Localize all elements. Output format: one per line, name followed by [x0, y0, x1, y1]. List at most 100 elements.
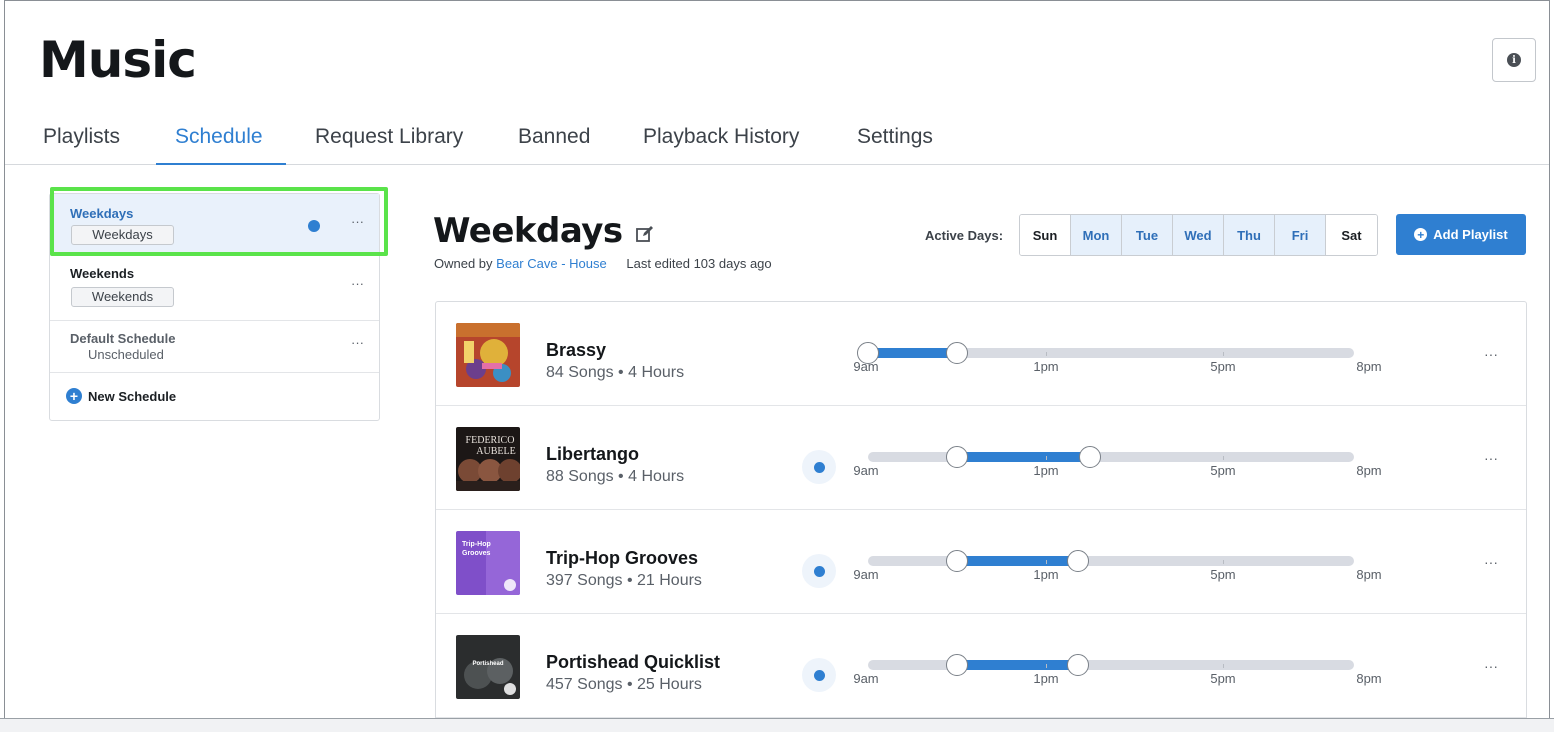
time-label: 8pm [1356, 567, 1382, 582]
schedule-title: Weekdays [433, 211, 623, 251]
tick [1046, 352, 1047, 356]
schedule-tag: Weekdays [71, 225, 174, 245]
active-indicator-dot [308, 220, 320, 232]
tick [1223, 456, 1224, 460]
playlist-row-libertango: FEDERICO AUBELE Libertango 88 Songs • 4 … [436, 406, 1526, 510]
tick [1046, 456, 1047, 460]
time-slider[interactable]: 9am 1pm 5pm 8pm [853, 654, 1382, 696]
new-schedule-button[interactable]: + New Schedule [50, 373, 379, 421]
active-days-label: Active Days: [925, 228, 1004, 243]
edit-icon[interactable] [635, 224, 655, 244]
time-label: 9am [853, 567, 879, 582]
slider-end-handle[interactable] [1079, 446, 1101, 468]
owner-link[interactable]: Bear Cave - House [496, 256, 607, 271]
schedule-list: Weekdays Weekdays ··· Weekends Weekends … [49, 193, 380, 421]
svg-text:FEDERICO: FEDERICO [466, 435, 515, 446]
last-edited: Last edited 103 days ago [626, 256, 772, 271]
plus-circle-icon: + [1414, 228, 1428, 241]
slider-end-handle[interactable] [946, 342, 968, 364]
add-playlist-button[interactable]: + Add Playlist [1396, 214, 1526, 255]
time-slider[interactable]: 9am 1pm 5pm 8pm [853, 550, 1382, 592]
schedule-name: Weekends [70, 266, 135, 281]
slider-end-handle[interactable] [1067, 550, 1089, 572]
slider-track [868, 556, 1354, 566]
day-toggle-tue[interactable]: Tue [1122, 215, 1173, 255]
tab-schedule[interactable]: Schedule [175, 125, 263, 149]
slider-start-handle[interactable] [946, 446, 968, 468]
svg-text:Grooves: Grooves [462, 550, 491, 557]
playlist-name[interactable]: Brassy [546, 340, 606, 361]
time-label: 5pm [1210, 567, 1236, 582]
time-label: 5pm [1210, 359, 1236, 374]
day-toggle-thu[interactable]: Thu [1224, 215, 1275, 255]
svg-text:AUBELE: AUBELE [476, 446, 515, 457]
more-options-icon[interactable]: ··· [351, 276, 364, 291]
schedule-item-weekends[interactable]: Weekends Weekends ··· [50, 254, 379, 321]
playlist-name[interactable]: Portishead Quicklist [546, 652, 720, 673]
schedule-header: Weekdays [433, 211, 655, 251]
schedule-name: Weekdays [70, 206, 134, 221]
playlist-row-brassy: Brassy 84 Songs • 4 Hours 9am 1pm 5pm 8p… [436, 302, 1526, 406]
now-playing-indicator [802, 554, 836, 588]
time-label: 1pm [1033, 359, 1059, 374]
tick [1046, 560, 1047, 564]
new-schedule-label: New Schedule [88, 388, 177, 404]
tick [1046, 664, 1047, 668]
app-window: Music i Playlists Schedule Request Libra… [4, 0, 1550, 722]
more-options-icon[interactable]: ··· [1484, 554, 1498, 570]
time-label: 8pm [1356, 671, 1382, 686]
time-label: 1pm [1033, 567, 1059, 582]
more-options-icon[interactable]: ··· [351, 214, 364, 229]
tab-settings[interactable]: Settings [857, 125, 933, 149]
tab-playback-history[interactable]: Playback History [643, 125, 799, 149]
info-icon: i [1507, 53, 1521, 67]
owner-line: Owned by Bear Cave - House Last edited 1… [434, 256, 772, 271]
time-label: 9am [853, 671, 879, 686]
slider-range [957, 452, 1090, 462]
time-label: 8pm [1356, 463, 1382, 478]
day-toggle-mon[interactable]: Mon [1071, 215, 1122, 255]
info-button[interactable]: i [1492, 38, 1536, 82]
time-label: 1pm [1033, 463, 1059, 478]
more-options-icon[interactable]: ··· [1484, 658, 1498, 674]
schedule-name: Default Schedule [70, 331, 176, 346]
album-art: Portishead [456, 635, 520, 699]
album-art: FEDERICO AUBELE [456, 427, 520, 491]
add-playlist-label: Add Playlist [1433, 227, 1508, 242]
day-toggle-fri[interactable]: Fri [1275, 215, 1326, 255]
day-toggle-sat[interactable]: Sat [1326, 215, 1377, 255]
tick [1223, 664, 1224, 668]
slider-range [868, 348, 957, 358]
slider-track [868, 660, 1354, 670]
now-playing-indicator [802, 658, 836, 692]
slider-start-handle[interactable] [946, 654, 968, 676]
time-label: 1pm [1033, 671, 1059, 686]
time-slider[interactable]: 9am 1pm 5pm 8pm [853, 342, 1382, 384]
slider-end-handle[interactable] [1067, 654, 1089, 676]
svg-text:Portishead: Portishead [472, 661, 503, 667]
time-slider[interactable]: 9am 1pm 5pm 8pm [853, 446, 1382, 488]
time-label: 5pm [1210, 463, 1236, 478]
schedule-item-weekdays[interactable]: Weekdays Weekdays ··· [50, 194, 379, 254]
now-playing-indicator [802, 450, 836, 484]
tab-bar: Playlists Schedule Request Library Banne… [5, 111, 1549, 165]
album-art [456, 323, 520, 387]
playlist-name[interactable]: Libertango [546, 444, 639, 465]
tick [1223, 352, 1224, 356]
schedule-tag: Weekends [71, 287, 174, 307]
tab-request-library[interactable]: Request Library [315, 125, 463, 149]
tab-playlists[interactable]: Playlists [43, 125, 120, 149]
tab-banned[interactable]: Banned [518, 125, 590, 149]
more-options-icon[interactable]: ··· [1484, 346, 1498, 362]
page-title: Music [39, 31, 197, 89]
slider-range [957, 556, 1078, 566]
day-toggle-sun[interactable]: Sun [1020, 215, 1071, 255]
slider-start-handle[interactable] [946, 550, 968, 572]
day-toggle-wed[interactable]: Wed [1173, 215, 1224, 255]
schedule-item-default[interactable]: Default Schedule Unscheduled ··· [50, 321, 379, 373]
more-options-icon[interactable]: ··· [1484, 450, 1498, 466]
more-options-icon[interactable]: ··· [351, 335, 364, 350]
svg-text:Trip-Hop: Trip-Hop [462, 541, 491, 548]
playlist-name[interactable]: Trip-Hop Grooves [546, 548, 698, 569]
tick [1223, 560, 1224, 564]
